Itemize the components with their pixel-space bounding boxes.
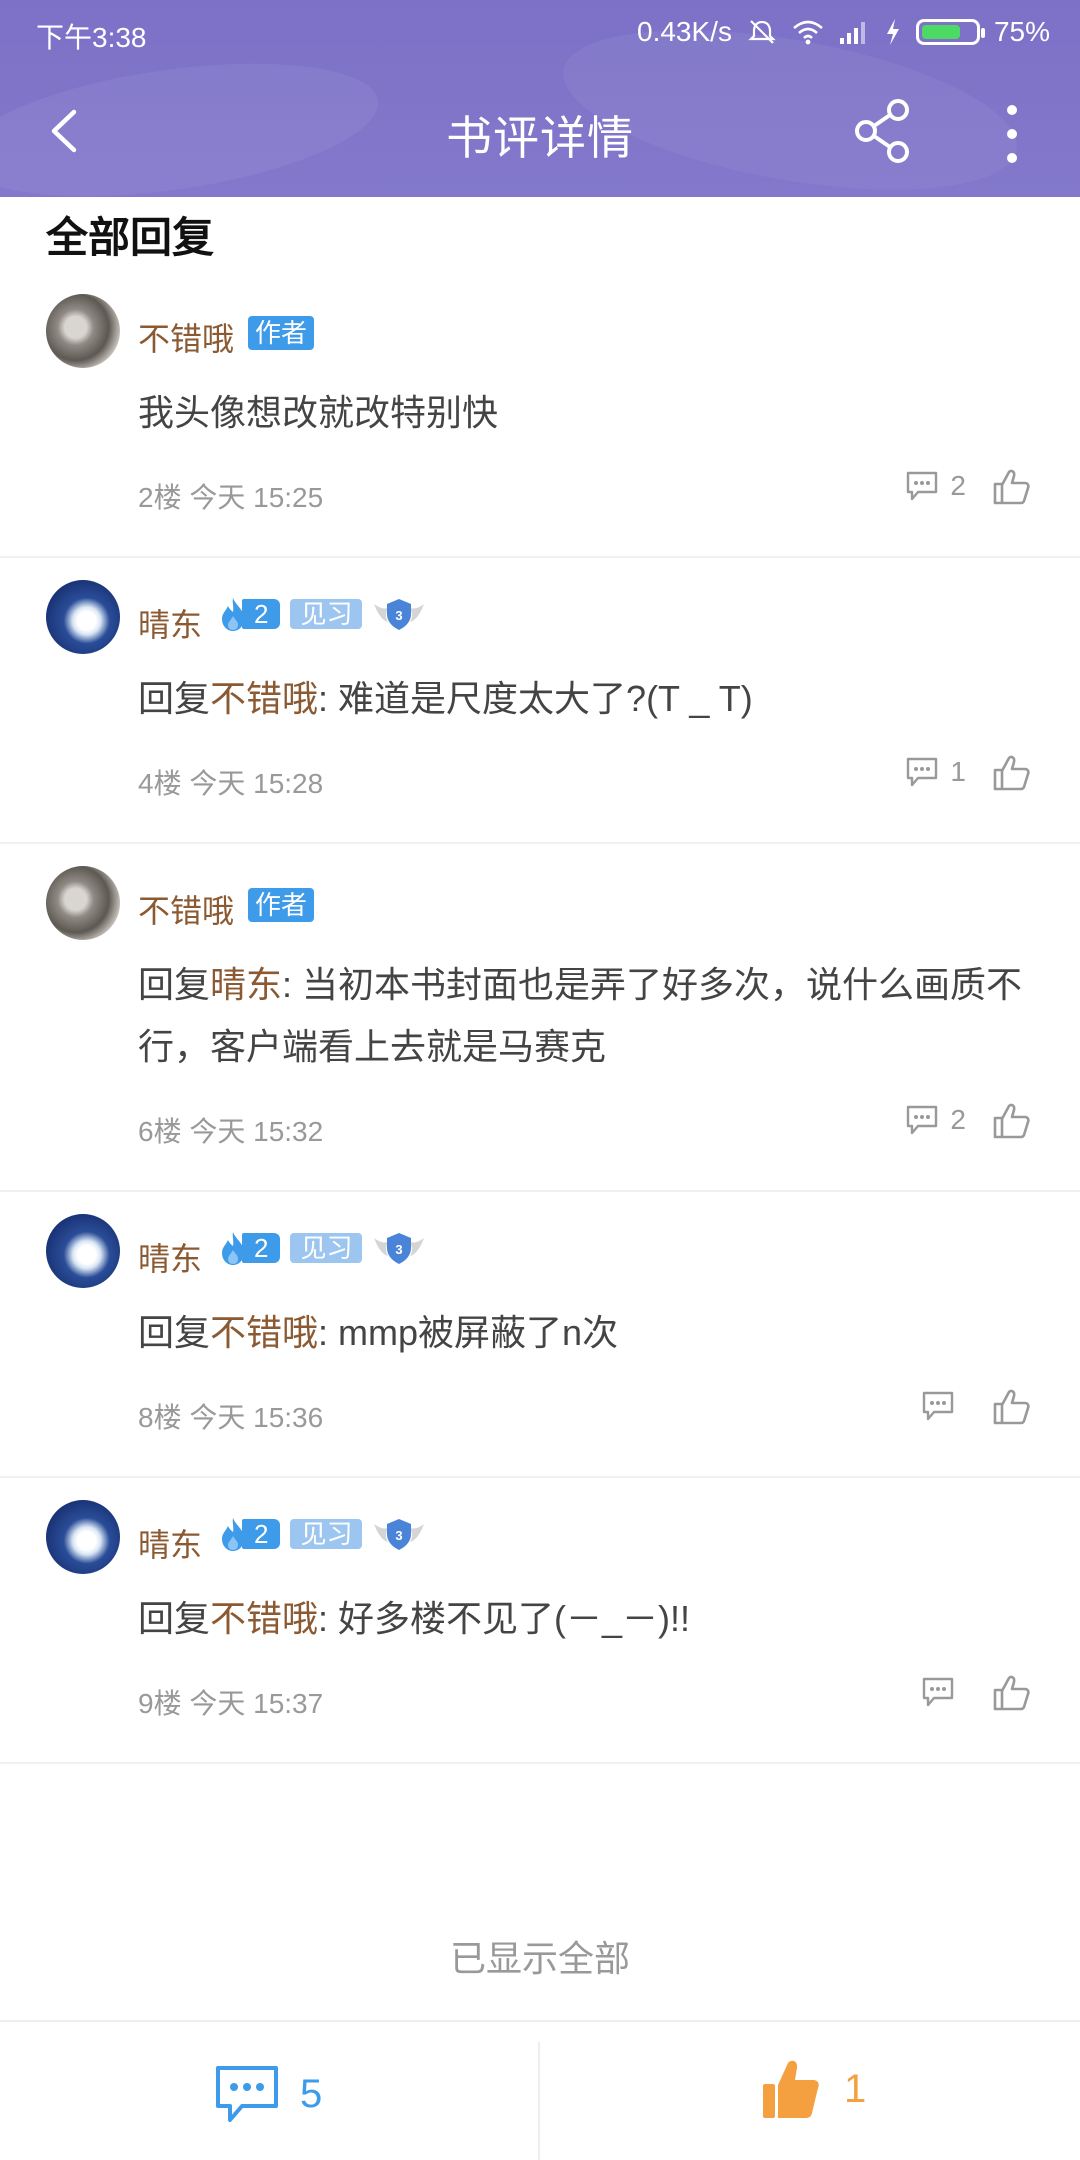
comment-button[interactable]: 5 [214, 2064, 322, 2124]
signal-icon [839, 22, 865, 44]
svg-text:3: 3 [396, 1528, 403, 1543]
like-count: 1 [844, 2066, 867, 2111]
divider [538, 2042, 540, 2160]
svg-text:3: 3 [396, 1242, 403, 1257]
floor-time: 9楼 今天 15:37 [138, 1688, 324, 1719]
shield-badge-icon: 3 [374, 599, 425, 630]
mute-icon [748, 20, 776, 44]
reply-to-user[interactable]: 不错哦 [210, 678, 318, 719]
like-button[interactable]: 1 [760, 2058, 866, 2120]
reply-button[interactable]: 1 [904, 756, 966, 788]
svg-text:3: 3 [396, 608, 403, 623]
comment-item: 晴东 2 见习 3 回复不错哦: 难道是尺度太大了?(T _ T) 4楼 今天 … [0, 558, 1080, 844]
comment-list: 不错哦 作者 我头像想改就改特别快 2楼 今天 15:25 2 晴东 2 见习 … [0, 272, 1080, 1764]
comment-icon [922, 1677, 954, 1707]
username[interactable]: 晴东 [138, 600, 202, 646]
comment-text: 回复不错哦: 好多楼不见了(－_－)!! [138, 1598, 691, 1639]
rank-badge: 见习 [290, 1519, 363, 1549]
reply-button[interactable] [920, 1676, 966, 1708]
reply-button[interactable]: 2 [904, 470, 966, 502]
share-icon[interactable] [852, 98, 914, 164]
author-badge: 作者 [248, 888, 315, 922]
end-of-list-text: 已显示全部 [449, 1938, 630, 1979]
thumbs-up-icon[interactable] [992, 754, 1030, 792]
comment-text: 回复不错哦: mmp被屏蔽了n次 [138, 1312, 619, 1353]
floor-time: 8楼 今天 15:36 [138, 1402, 324, 1433]
reply-to-user[interactable]: 不错哦 [210, 1312, 318, 1353]
avatar[interactable] [46, 294, 120, 368]
user-badges: 2 见习 3 [218, 1516, 426, 1552]
reply-count: 1 [950, 756, 966, 787]
comment-icon [907, 471, 938, 501]
section-title: 全部回复 [46, 214, 215, 261]
comment-icon [907, 757, 938, 787]
username[interactable]: 晴东 [138, 1234, 202, 1280]
comment-item: 不错哦 作者 回复晴东: 当初本书封面也是弄了好多次，说什么画质不行，客户端看上… [0, 844, 1080, 1192]
username[interactable]: 晴东 [138, 1520, 202, 1566]
shield-badge-icon: 3 [374, 1519, 425, 1550]
username[interactable]: 不错哦 [138, 886, 234, 932]
avatar[interactable] [46, 866, 120, 940]
avatar[interactable] [46, 1214, 120, 1288]
rank-badge: 见习 [290, 599, 363, 629]
nav-bar: 书评详情 [0, 66, 1080, 197]
author-badge: 作者 [248, 316, 315, 350]
thumbs-up-icon[interactable] [992, 1388, 1030, 1426]
reply-to-user[interactable]: 晴东 [210, 964, 282, 1005]
comment-item: 晴东 2 见习 3 回复不错哦: 好多楼不见了(－_－)!! 9楼 今天 15:… [0, 1478, 1080, 1764]
thumbs-up-icon[interactable] [992, 1102, 1030, 1140]
comment-item: 不错哦 作者 我头像想改就改特别快 2楼 今天 15:25 2 [0, 272, 1080, 558]
wifi-icon [793, 20, 823, 45]
fan-level-badge: 2 [218, 596, 281, 632]
reply-count: 2 [950, 470, 966, 501]
avatar[interactable] [46, 580, 120, 654]
bottom-action-bar: 5 1 [0, 2020, 1080, 2160]
reply-count: 2 [950, 1104, 966, 1135]
page-title: 书评详情 [446, 112, 634, 164]
floor-time: 6楼 今天 15:32 [138, 1116, 324, 1147]
battery-percent: 75% [993, 16, 1050, 47]
user-badges: 2 见习 3 [218, 596, 426, 632]
shield-badge-icon: 3 [374, 1233, 425, 1264]
status-bar: 下午3:38 0.43K/s 75% [0, 0, 1080, 66]
comment-text: 我头像想改就改特别快 [138, 392, 499, 433]
battery-icon [915, 19, 985, 45]
app-header: 下午3:38 0.43K/s 75% 书评详情 [0, 0, 1080, 197]
reply-to-user[interactable]: 不错哦 [210, 1598, 318, 1639]
comment-icon [907, 1105, 938, 1135]
floor-time: 2楼 今天 15:25 [138, 482, 324, 513]
thumbs-up-icon [763, 2060, 819, 2118]
thumbs-up-icon[interactable] [992, 468, 1030, 506]
thumbs-up-icon[interactable] [992, 1674, 1030, 1712]
net-speed: 0.43K/s [637, 16, 732, 47]
username[interactable]: 不错哦 [138, 314, 234, 360]
comment-item: 晴东 2 见习 3 回复不错哦: mmp被屏蔽了n次 8楼 今天 15:36 [0, 1192, 1080, 1478]
fan-level-badge: 2 [218, 1230, 281, 1266]
user-badges: 2 见习 3 [218, 1230, 426, 1266]
comment-text: 回复不错哦: 难道是尺度太大了?(T _ T) [138, 678, 753, 719]
fan-level-badge: 2 [218, 1516, 281, 1552]
comment-count: 5 [300, 2071, 323, 2116]
comment-icon [216, 2066, 278, 2122]
reply-button[interactable] [920, 1390, 966, 1422]
charging-icon [886, 19, 899, 45]
rank-badge: 见习 [290, 1233, 363, 1263]
reply-button[interactable]: 2 [904, 1104, 966, 1136]
status-time: 下午3:38 [36, 22, 147, 53]
comment-icon [922, 1391, 954, 1421]
floor-time: 4楼 今天 15:28 [138, 768, 324, 799]
more-vertical-icon[interactable] [992, 102, 1032, 166]
comment-text: 回复晴东: 当初本书封面也是弄了好多次，说什么画质不行，客户端看上去就是马赛克 [138, 964, 1023, 1067]
avatar[interactable] [46, 1500, 120, 1574]
